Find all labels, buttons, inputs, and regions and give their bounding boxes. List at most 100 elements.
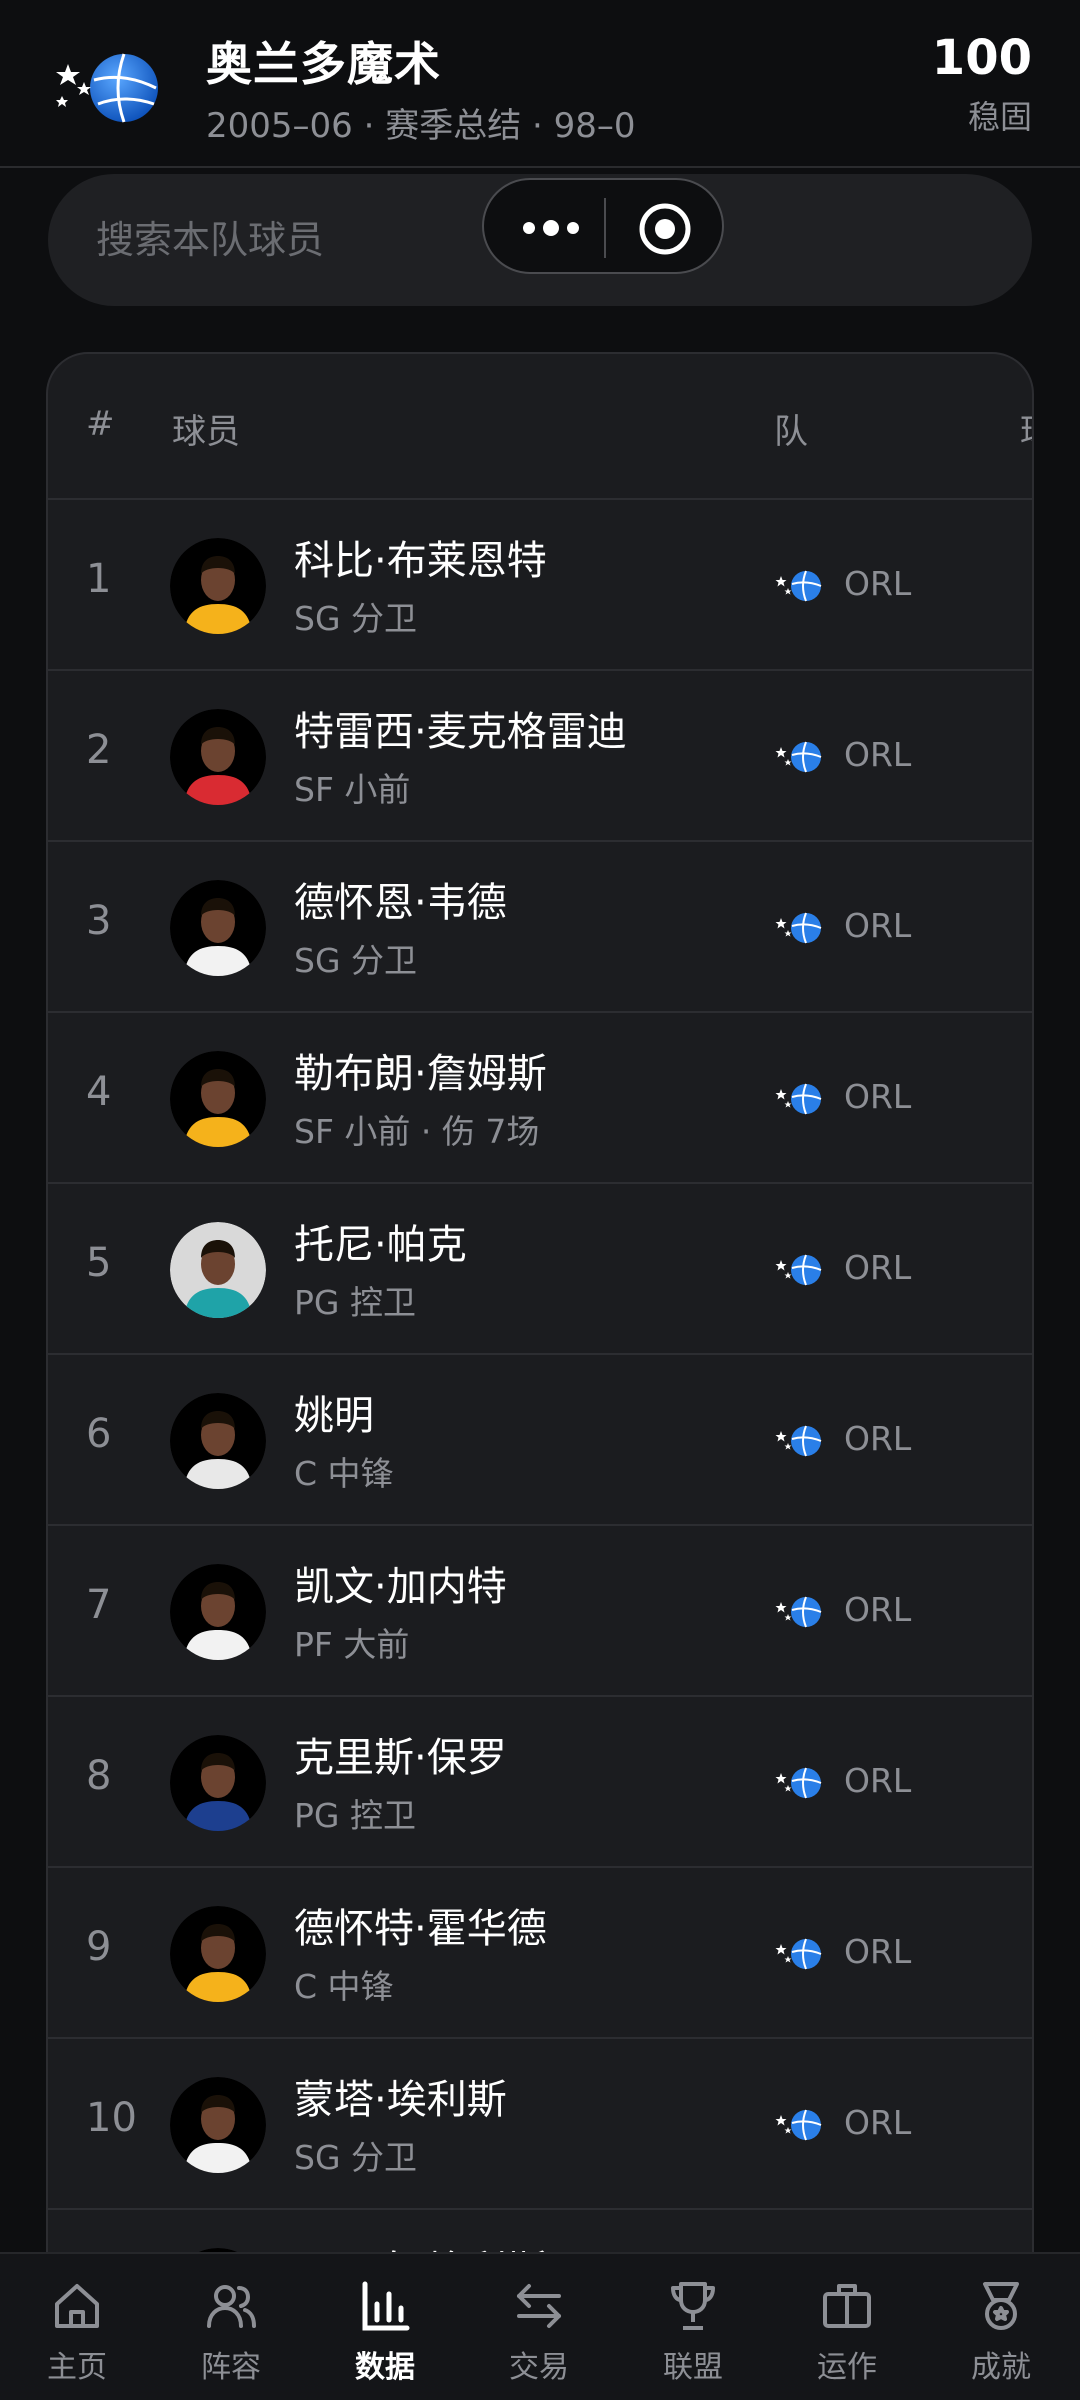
- nav-item-achievements[interactable]: 成就: [924, 2254, 1078, 2400]
- player-avatar: [170, 1735, 266, 1831]
- table-header: # 球员 队 球: [48, 354, 1032, 500]
- team-rating-value: 100: [931, 30, 1032, 86]
- team-abbr: ORL: [844, 2103, 912, 2142]
- trophy-icon: [671, 2282, 715, 2330]
- miniprogram-capsule[interactable]: [482, 178, 724, 274]
- team-abbr: ORL: [844, 1590, 912, 1629]
- capsule-divider: [604, 198, 606, 258]
- player-avatar: [170, 1051, 266, 1147]
- team-abbr: ORL: [844, 1761, 912, 1800]
- team-abbr: ORL: [844, 1932, 912, 1971]
- player-name: 克里斯·保罗: [294, 1735, 507, 1781]
- nav-label: 联盟: [663, 2350, 723, 2385]
- player-avatar: [170, 1393, 266, 1489]
- table-row[interactable]: 9 德怀特·霍华德 C 中锋 ORL: [48, 1868, 1032, 2039]
- team-logo-icon: [775, 1254, 822, 1286]
- player-avatar: [170, 1222, 266, 1318]
- nav-label: 阵容: [201, 2350, 261, 2385]
- nav-item-home[interactable]: 主页: [0, 2254, 154, 2400]
- bottom-nav: 主页 阵容 数据 交易 联盟 运作 成就: [0, 2252, 1080, 2400]
- home-icon: [55, 2284, 99, 2328]
- player-name: 德怀恩·韦德: [294, 880, 507, 926]
- player-name: 科比·布莱恩特: [294, 538, 547, 584]
- team-abbr: ORL: [844, 906, 912, 945]
- player-rank: 6: [86, 1411, 112, 1457]
- nav-item-trade[interactable]: 交易: [462, 2254, 616, 2400]
- table-row[interactable]: 8 克里斯·保罗 PG 控卫 ORL: [48, 1697, 1032, 1868]
- player-position: SG 分卫: [294, 599, 418, 638]
- nav-label: 主页: [47, 2350, 107, 2385]
- table-row[interactable]: 2 特雷西·麦克格雷迪 SF 小前 ORL: [48, 671, 1032, 842]
- column-rank[interactable]: #: [86, 404, 115, 444]
- team-logo-icon: [775, 1083, 822, 1115]
- player-table: # 球员 队 球 1 科比·布莱恩特 SG 分卫 ORL 2 特雷西·麦克格雷迪 SF 小前…: [46, 352, 1034, 2400]
- column-team[interactable]: 队: [774, 404, 808, 453]
- more-dots-icon[interactable]: [518, 210, 584, 246]
- player-name: 凯文·加内特: [294, 1564, 507, 1610]
- nav-item-stats[interactable]: 数据: [308, 2254, 462, 2400]
- player-rank: 1: [86, 556, 112, 602]
- table-row[interactable]: 10 蒙塔·埃利斯 SG 分卫 ORL: [48, 2039, 1032, 2210]
- player-rank: 3: [86, 898, 112, 944]
- table-row[interactable]: 4 勒布朗·詹姆斯 SF 小前 · 伤 7场 ORL: [48, 1013, 1032, 1184]
- team-logo-icon: [775, 1938, 822, 1970]
- team-abbr: ORL: [844, 1419, 912, 1458]
- player-avatar: [170, 2077, 266, 2173]
- team-abbr: ORL: [844, 1248, 912, 1287]
- player-rank: 9: [86, 1924, 112, 1970]
- nav-label: 数据: [355, 2350, 415, 2385]
- search-input[interactable]: [96, 174, 516, 306]
- player-name: 姚明: [294, 1393, 374, 1439]
- player-rank: 8: [86, 1753, 112, 1799]
- player-position: SG 分卫: [294, 941, 418, 980]
- player-rank: 2: [86, 727, 112, 773]
- player-name: 特雷西·麦克格雷迪: [294, 709, 627, 755]
- player-avatar: [170, 1564, 266, 1660]
- player-position: PG 控卫: [294, 1796, 416, 1835]
- player-name: 蒙塔·埃利斯: [294, 2077, 507, 2123]
- player-rank: 7: [86, 1582, 112, 1628]
- close-target-icon[interactable]: [638, 202, 692, 256]
- team-header: 奥兰多魔术 2005–06 · 赛季总结 · 98–0 100 稳固: [0, 0, 1080, 168]
- nav-item-roster[interactable]: 阵容: [154, 2254, 308, 2400]
- nav-label: 成就: [971, 2350, 1031, 2385]
- team-logo-icon: [775, 1596, 822, 1628]
- team-logo-icon: [775, 1425, 822, 1457]
- team-abbr: ORL: [844, 564, 912, 603]
- player-name: 德怀特·霍华德: [294, 1906, 547, 1952]
- nav-item-league[interactable]: 联盟: [616, 2254, 770, 2400]
- player-name: 托尼·帕克: [294, 1222, 467, 1268]
- player-avatar: [170, 880, 266, 976]
- player-position: SG 分卫: [294, 2138, 418, 2177]
- player-position: C 中锋: [294, 1454, 394, 1493]
- nav-label: 交易: [509, 2350, 569, 2385]
- table-row[interactable]: 3 德怀恩·韦德 SG 分卫 ORL: [48, 842, 1032, 1013]
- table-row[interactable]: 7 凯文·加内特 PF 大前 ORL: [48, 1526, 1032, 1697]
- player-rank: 10: [86, 2095, 137, 2141]
- player-position: PF 大前: [294, 1625, 410, 1664]
- nav-item-operations[interactable]: 运作: [770, 2254, 924, 2400]
- nav-label: 运作: [817, 2350, 877, 2385]
- season-summary: 2005–06 · 赛季总结 · 98–0: [206, 106, 636, 146]
- player-avatar: [170, 538, 266, 634]
- people-icon: [207, 2285, 256, 2328]
- player-position: SF 小前 · 伤 7场: [294, 1112, 540, 1151]
- player-position: C 中锋: [294, 1967, 394, 2006]
- team-abbr: ORL: [844, 735, 912, 774]
- player-name: 勒布朗·詹姆斯: [294, 1051, 547, 1097]
- column-player[interactable]: 球员: [172, 404, 240, 453]
- team-name: 奥兰多魔术: [206, 37, 441, 91]
- table-row[interactable]: 1 科比·布莱恩特 SG 分卫 ORL: [48, 500, 1032, 671]
- team-logo-icon: [775, 1767, 822, 1799]
- table-row[interactable]: 6 姚明 C 中锋 ORL: [48, 1355, 1032, 1526]
- team-logo-icon: [775, 741, 822, 773]
- team-logo-icon: [775, 912, 822, 944]
- swap-icon: [517, 2284, 561, 2328]
- player-position: SF 小前: [294, 770, 411, 809]
- orlando-magic-logo-icon: [56, 53, 158, 123]
- player-avatar: [170, 709, 266, 805]
- player-rank: 5: [86, 1240, 112, 1286]
- briefcase-icon: [823, 2284, 871, 2328]
- table-row[interactable]: 5 托尼·帕克 PG 控卫 ORL: [48, 1184, 1032, 1355]
- column-extra[interactable]: 球: [1020, 404, 1032, 453]
